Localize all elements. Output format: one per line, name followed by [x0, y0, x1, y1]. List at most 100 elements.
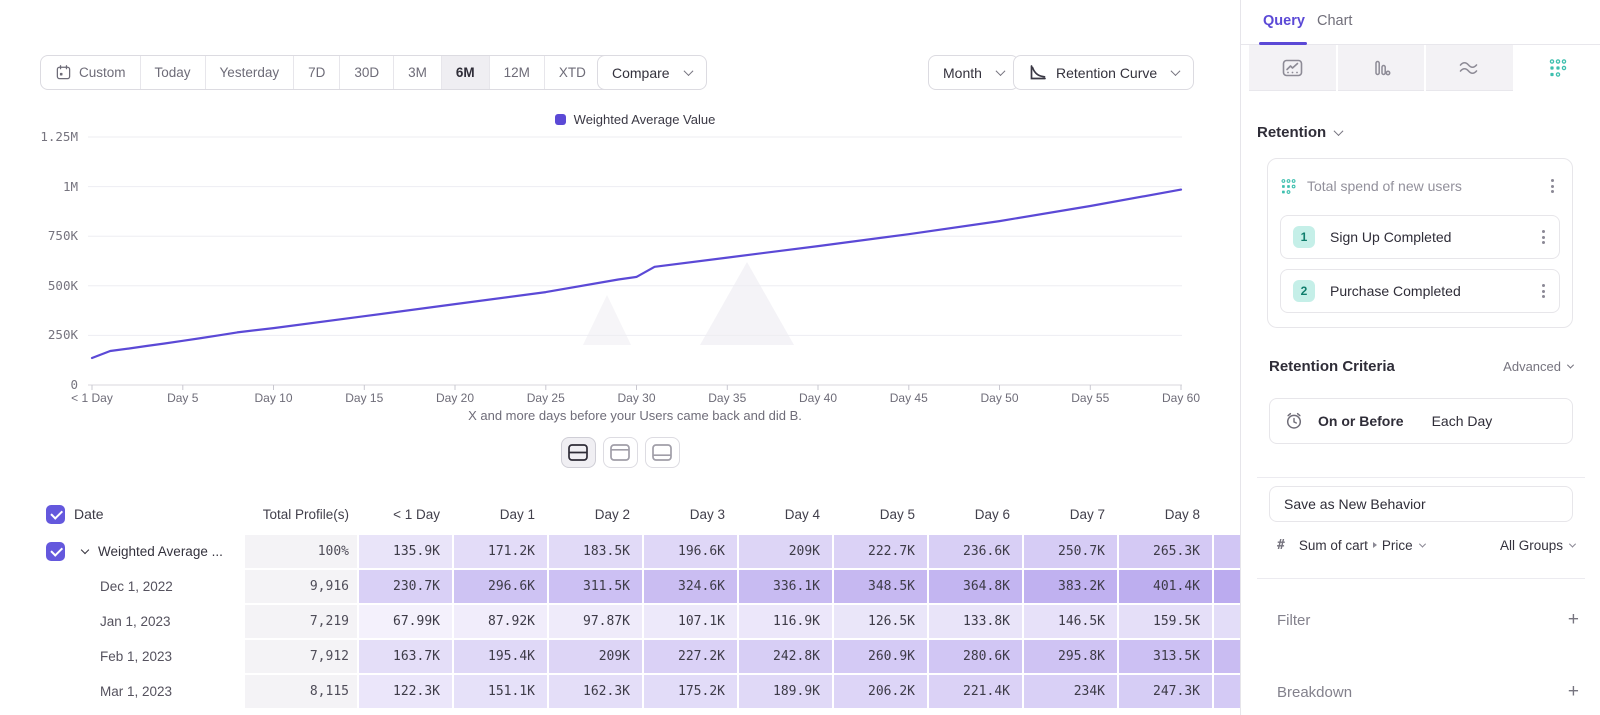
column-header-day[interactable]: Day 6 — [929, 495, 1022, 533]
compare-button[interactable]: Compare — [597, 55, 707, 90]
calendar-icon — [55, 64, 72, 81]
expand-chevron-icon[interactable] — [81, 546, 89, 554]
value-cell: 364.8K — [929, 570, 1022, 603]
profiles-cell: 9,916 — [245, 570, 357, 603]
column-header-day[interactable]: Day 1 — [454, 495, 547, 533]
value-cell: 116.9K — [739, 605, 832, 638]
save-behavior-button[interactable]: Save as New Behavior — [1269, 486, 1573, 522]
value-cell-partial — [1214, 535, 1240, 568]
chevron-down-icon — [683, 66, 693, 76]
table-only-view-button[interactable] — [645, 437, 680, 468]
value-cell: 209K — [739, 535, 832, 568]
measure-row: # Sum of cart Price All Groups — [1257, 528, 1585, 562]
granularity-button[interactable]: Month — [928, 55, 1019, 90]
step-number-badge: 1 — [1293, 226, 1315, 248]
value-cell: 133.8K — [929, 605, 1022, 638]
date-range-7d[interactable]: 7D — [294, 56, 340, 89]
column-header-day[interactable]: Day 2 — [549, 495, 642, 533]
table-row: Mar 1, 20238,115122.3K151.1K162.3K175.2K… — [40, 675, 1240, 708]
measure-property[interactable]: Price — [1382, 538, 1413, 553]
date-range-3m[interactable]: 3M — [394, 56, 442, 89]
behavior-menu-button[interactable] — [1545, 175, 1560, 197]
x-tick-label: Day 35 — [681, 391, 773, 405]
date-range-6m[interactable]: 6M — [442, 56, 490, 89]
y-tick-label: 1M — [26, 179, 78, 194]
row-checkbox[interactable] — [46, 542, 65, 561]
criteria-comparator[interactable]: On or Before — [1318, 413, 1404, 429]
column-header-date[interactable]: Date — [70, 506, 240, 522]
date-range-12m[interactable]: 12M — [490, 56, 545, 89]
flows-report-tab[interactable] — [1426, 45, 1513, 91]
row-date-label: Mar 1, 2023 — [70, 684, 172, 699]
numeric-measure-icon: # — [1277, 538, 1285, 553]
report-section-header[interactable]: Retention — [1257, 124, 1342, 141]
behavior-step-2[interactable]: 2Purchase Completed — [1280, 269, 1560, 313]
column-header-day[interactable]: Day 3 — [644, 495, 737, 533]
main-panel: Weighted Average Value 0250K500K750K1M1.… — [0, 0, 1240, 715]
chart-legend[interactable]: Weighted Average Value — [88, 112, 1182, 127]
value-cell: 401.4K — [1119, 570, 1212, 603]
split-view-button[interactable] — [561, 437, 596, 468]
behavior-step-1[interactable]: 1Sign Up Completed — [1280, 215, 1560, 259]
table-row: Dec 1, 20229,916230.7K296.6K311.5K324.6K… — [40, 570, 1240, 603]
x-tick-label: Day 15 — [318, 391, 410, 405]
date-range-30d[interactable]: 30D — [340, 56, 394, 89]
insights-chart-icon — [1282, 58, 1303, 78]
x-axis-caption: X and more days before your Users came b… — [88, 408, 1182, 423]
row-label-cell: Weighted Average ... — [70, 544, 240, 559]
criteria-period[interactable]: Each Day — [1432, 413, 1493, 429]
x-tick-label: < 1 Day — [46, 391, 138, 405]
value-cell: 209K — [549, 640, 642, 673]
column-header-day[interactable]: < 1 Day — [359, 495, 452, 533]
value-cell: 242.8K — [739, 640, 832, 673]
behavior-card-header: Total spend of new users — [1280, 173, 1560, 199]
flows-icon — [1458, 58, 1480, 78]
chart-only-view-button[interactable] — [603, 437, 638, 468]
date-range-custom[interactable]: Custom — [41, 56, 141, 89]
tab-chart[interactable]: Chart — [1317, 13, 1352, 29]
granularity-label: Month — [943, 65, 982, 81]
date-range-label: XTD — [559, 65, 586, 80]
chevron-down-icon — [1419, 540, 1426, 547]
retention-criteria-title: Retention Criteria — [1269, 358, 1395, 375]
table-row: Feb 1, 20237,912163.7K195.4K209K227.2K24… — [40, 640, 1240, 673]
value-cell: 265.3K — [1119, 535, 1212, 568]
column-header-day[interactable]: Day 8 — [1119, 495, 1212, 533]
value-cell: 87.92K — [454, 605, 547, 638]
profiles-cell: 7,912 — [245, 640, 357, 673]
column-header-profiles[interactable]: Total Profile(s) — [245, 507, 357, 522]
column-header-day[interactable]: Day 7 — [1024, 495, 1117, 533]
funnels-report-tab[interactable] — [1338, 45, 1425, 91]
save-behavior-label: Save as New Behavior — [1284, 496, 1426, 512]
add-filter-button[interactable]: + — [1568, 609, 1579, 631]
step-menu-button[interactable] — [1536, 226, 1551, 248]
y-tick-label: 1.25M — [26, 129, 78, 144]
criteria-mode-label: Advanced — [1503, 359, 1561, 374]
value-cell: 280.6K — [929, 640, 1022, 673]
table-row: Jan 1, 20237,21967.99K87.92K97.87K107.1K… — [40, 605, 1240, 638]
add-breakdown-button[interactable]: + — [1568, 681, 1579, 703]
column-header-day[interactable]: Day 5 — [834, 495, 927, 533]
criteria-timing-box[interactable]: On or Before Each Day — [1269, 398, 1573, 444]
tab-query[interactable]: Query — [1263, 13, 1305, 29]
value-cell: 151.1K — [454, 675, 547, 708]
value-cell: 311.5K — [549, 570, 642, 603]
value-cell: 171.2K — [454, 535, 547, 568]
step-menu-button[interactable] — [1536, 280, 1551, 302]
column-header-day[interactable]: Day 4 — [739, 495, 832, 533]
row-label-cell: Dec 1, 2022 — [70, 579, 240, 594]
value-cell: 183.5K — [549, 535, 642, 568]
value-cell: 324.6K — [644, 570, 737, 603]
chart-type-button[interactable]: Retention Curve — [1013, 55, 1194, 90]
retention-report-tab[interactable] — [1515, 45, 1600, 91]
row-date-label: Dec 1, 2022 — [70, 579, 173, 594]
insights-report-tab[interactable] — [1249, 45, 1336, 91]
date-range-today[interactable]: Today — [141, 56, 206, 89]
behavior-title[interactable]: Total spend of new users — [1307, 178, 1545, 194]
select-all-checkbox[interactable] — [46, 505, 65, 524]
measure-event[interactable]: Sum of cart — [1299, 538, 1368, 553]
date-range-yesterday[interactable]: Yesterday — [206, 56, 295, 89]
criteria-mode-dropdown[interactable]: Advanced — [1503, 359, 1573, 374]
table-header-row: DateTotal Profile(s)< 1 DayDay 1Day 2Day… — [40, 495, 1240, 533]
all-groups-dropdown[interactable]: All Groups — [1500, 538, 1575, 553]
